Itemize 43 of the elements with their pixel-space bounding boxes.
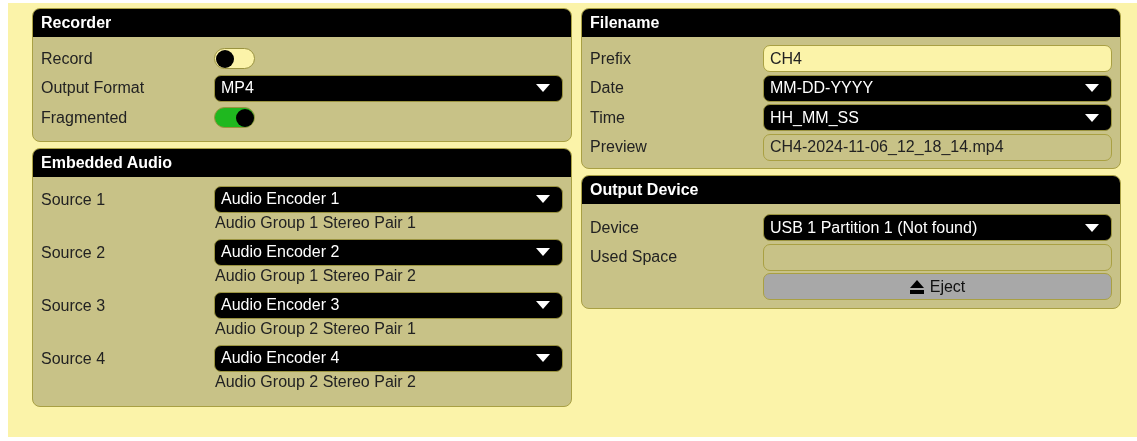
caret-icon [536, 248, 550, 256]
field-label: Time [590, 107, 626, 128]
dropdown[interactable]: Audio Encoder 2 [214, 238, 563, 266]
field-label: Source 3 [41, 295, 107, 316]
caret-icon [536, 84, 550, 93]
dropdown[interactable]: MM-DD-YYYY [763, 74, 1112, 102]
field-label: Source 1 [41, 189, 107, 210]
caret-icon [1085, 223, 1099, 232]
caret-icon [1085, 113, 1099, 122]
panel-header: Output Device [582, 176, 1120, 204]
field-label: Preview [590, 137, 648, 158]
caret-icon [1085, 84, 1099, 93]
source-note: Audio Group 1 Stereo Pair 2 [214, 265, 417, 286]
field-label: Fragmented [41, 107, 129, 128]
source-note: Audio Group 2 Stereo Pair 2 [214, 371, 417, 392]
caret-icon [536, 301, 550, 309]
eject-icon [909, 279, 924, 294]
field-label: Output Format [41, 78, 146, 99]
field-label: Used Space [590, 247, 679, 268]
field-label: Source 4 [41, 348, 107, 369]
caret-icon [536, 354, 550, 362]
field-label: Record [41, 48, 94, 69]
caret-icon [536, 195, 550, 203]
field-label: Source 2 [41, 242, 107, 263]
toggle-switch[interactable] [214, 107, 255, 129]
source-note: Audio Group 2 Stereo Pair 1 [214, 318, 417, 339]
toggle-switch[interactable] [214, 48, 255, 70]
readonly-field: CH4-2024-11-06_12_18_14.mp4 [763, 133, 1112, 161]
field-label: Date [590, 78, 625, 99]
dropdown[interactable]: Audio Encoder 4 [214, 344, 563, 372]
field-label: Prefix [590, 48, 632, 69]
panel-header: Embedded Audio [33, 148, 571, 177]
text-field[interactable]: CH4 [763, 45, 1112, 73]
source-note: Audio Group 1 Stereo Pair 1 [214, 212, 417, 233]
field-label: Device [590, 217, 640, 238]
eject-button[interactable]: Eject [763, 273, 1112, 301]
dropdown[interactable]: Audio Encoder 1 [214, 185, 563, 213]
dropdown[interactable]: MP4 [214, 74, 563, 102]
dropdown[interactable]: Audio Encoder 3 [214, 291, 563, 319]
dropdown[interactable]: USB 1 Partition 1 (Not found) [763, 214, 1112, 242]
panel-header: Recorder [33, 9, 571, 37]
dropdown[interactable]: HH_MM_SS [763, 104, 1112, 132]
panel-header: Filename [582, 9, 1120, 37]
